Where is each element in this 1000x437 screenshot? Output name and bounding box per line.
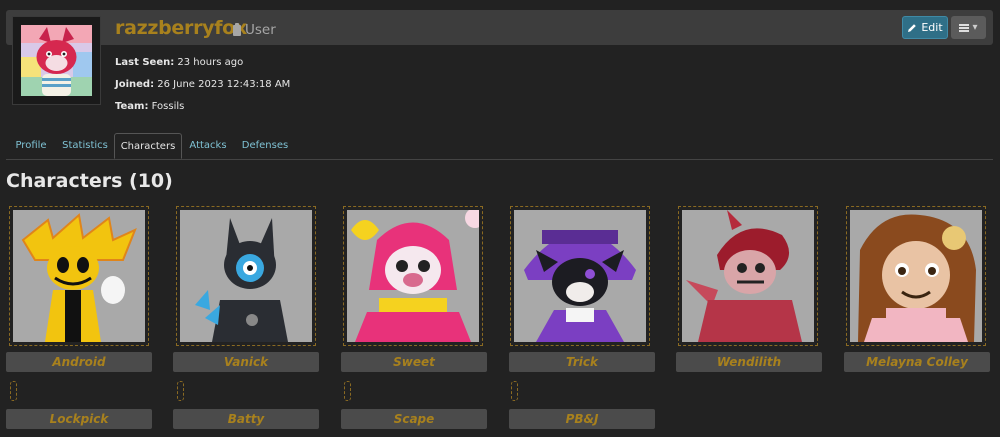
character-image <box>180 210 312 342</box>
character-card-pbj[interactable] <box>511 381 518 401</box>
tab-statistics[interactable]: Statistics <box>56 133 114 158</box>
character-name-lockpick[interactable]: Lockpick <box>6 409 152 429</box>
profile-tabs: Profile Statistics Characters Attacks De… <box>6 133 993 160</box>
character-image <box>682 210 814 342</box>
character-name-scape[interactable]: Scape <box>341 409 487 429</box>
character-name-sweet[interactable]: Sweet <box>341 352 487 372</box>
joined-value: 26 June 2023 12:43:18 AM <box>157 79 291 90</box>
last-seen-label: Last Seen: <box>115 57 175 68</box>
tab-attacks[interactable]: Attacks <box>182 133 234 158</box>
role-label: User <box>233 22 276 38</box>
character-card-android[interactable] <box>9 206 149 346</box>
character-card-lockpick[interactable] <box>10 381 17 401</box>
options-menu-button[interactable]: ▾ <box>951 16 986 39</box>
edit-button[interactable]: Edit <box>902 16 948 39</box>
character-card-wendilith[interactable] <box>678 206 818 346</box>
character-card-scape[interactable] <box>344 381 351 401</box>
profile-username: razzberryfox <box>115 17 247 39</box>
character-name-melayna-colley[interactable]: Melayna Colley <box>844 352 990 372</box>
last-seen-row: Last Seen: 23 hours ago <box>115 57 243 68</box>
character-name-wendilith[interactable]: Wendilith <box>676 352 822 372</box>
character-card-vanick[interactable] <box>176 206 316 346</box>
character-name-pbj[interactable]: PB&J <box>509 409 655 429</box>
character-name-vanick[interactable]: Vanick <box>173 352 319 372</box>
tab-defenses[interactable]: Defenses <box>234 133 296 158</box>
pencil-icon <box>908 23 917 32</box>
joined-label: Joined: <box>115 79 155 90</box>
role-text: User <box>245 22 276 38</box>
tab-profile[interactable]: Profile <box>6 133 56 158</box>
hamburger-icon <box>959 23 970 32</box>
character-card-batty[interactable] <box>177 381 184 401</box>
team-value: Fossils <box>151 101 185 112</box>
character-name-android[interactable]: Android <box>6 352 152 372</box>
joined-row: Joined: 26 June 2023 12:43:18 AM <box>115 79 290 90</box>
character-image <box>347 210 479 342</box>
characters-heading: Characters (10) <box>6 170 173 192</box>
character-name-batty[interactable]: Batty <box>173 409 319 429</box>
character-image <box>514 210 646 342</box>
character-image <box>850 210 982 342</box>
character-image <box>13 210 145 342</box>
character-name-trick[interactable]: Trick <box>509 352 655 372</box>
character-card-trick[interactable] <box>510 206 650 346</box>
avatar[interactable] <box>12 16 101 105</box>
team-label: Team: <box>115 101 149 112</box>
edit-button-label: Edit <box>921 21 943 34</box>
clipboard-icon <box>233 22 241 36</box>
character-card-melayna-colley[interactable] <box>846 206 986 346</box>
last-seen-value: 23 hours ago <box>177 57 244 68</box>
team-row: Team: Fossils <box>115 101 184 112</box>
avatar-image <box>13 17 100 104</box>
character-card-sweet[interactable] <box>343 206 483 346</box>
tab-characters[interactable]: Characters <box>114 133 182 159</box>
caret-down-icon: ▾ <box>972 22 978 33</box>
